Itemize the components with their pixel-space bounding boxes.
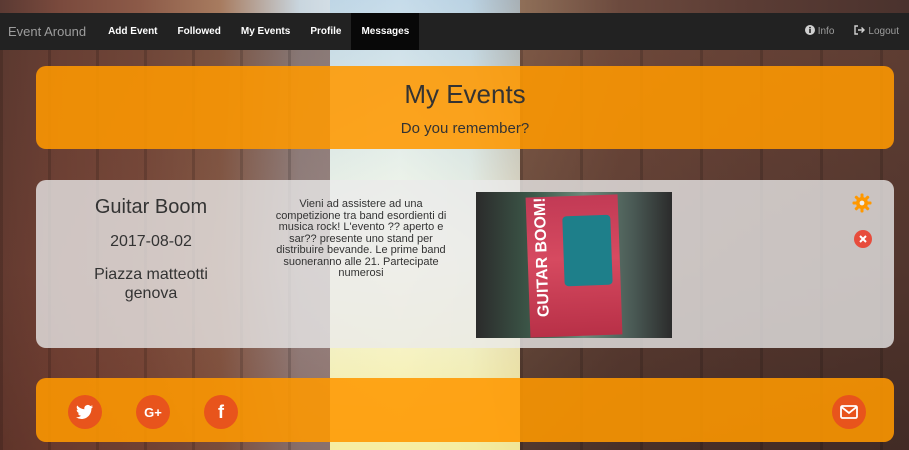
poster: GUITAR BOOM! [525,194,623,338]
event-place-line1: Piazza matteotti [94,266,208,283]
google-plus-icon[interactable]: G+ [136,395,170,429]
nav-followed[interactable]: Followed [168,13,231,50]
twitter-icon[interactable] [68,395,102,429]
facebook-icon[interactable]: f [204,395,238,429]
event-place: Piazza matteotti genova [36,265,266,303]
brand-link[interactable]: Event Around [0,13,98,50]
info-icon [804,25,815,38]
poster-text: GUITAR BOOM! [531,197,553,318]
nav-add-event[interactable]: Add Event [98,13,167,50]
page-header-panel: My Events Do you remember? [36,66,894,149]
mail-icon[interactable] [832,395,866,429]
top-navbar: Event Around Add Event Followed My Event… [0,13,909,50]
event-date: 2017-08-02 [110,233,192,250]
poster-illustration [562,214,613,287]
event-card: Guitar Boom 2017-08-02 Piazza matteotti … [36,180,894,348]
footer-panel: G+ f [36,378,894,442]
page-title: My Events [404,79,526,109]
event-place-line2: genova [124,285,178,302]
logout-icon [854,25,866,38]
nav-my-events[interactable]: My Events [231,13,300,50]
nav-right-group: Info Logout [795,13,909,50]
logout-label: Logout [868,26,899,37]
event-name[interactable]: Guitar Boom [36,196,266,219]
event-description: Vieni ad assistere ad una competizione t… [275,198,447,279]
page-subtitle: Do you remember? [400,120,530,137]
info-link[interactable]: Info [795,13,845,50]
event-poster-image[interactable]: GUITAR BOOM! [476,192,672,338]
remove-icon[interactable] [854,230,872,248]
nav-messages[interactable]: Messages [351,13,420,50]
gear-icon[interactable] [852,193,872,213]
nav-profile[interactable]: Profile [300,13,351,50]
logout-link[interactable]: Logout [844,13,909,50]
info-label: Info [817,26,835,37]
